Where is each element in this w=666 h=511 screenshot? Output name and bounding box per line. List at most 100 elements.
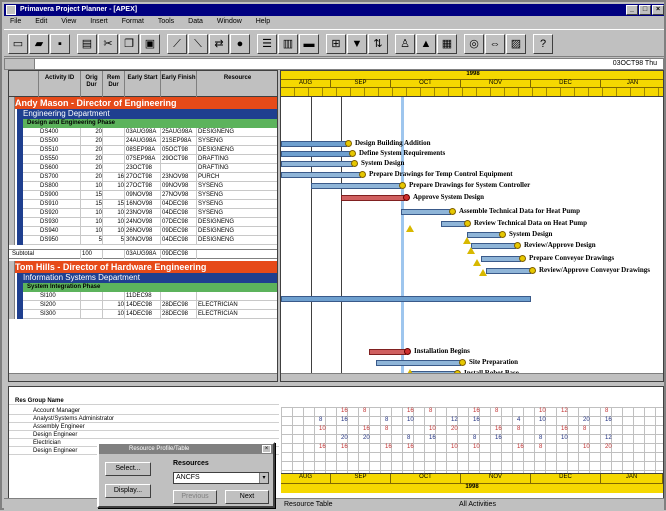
table-cell[interactable]: 09NOV98 <box>125 191 161 200</box>
menu-file[interactable]: File <box>4 16 27 28</box>
table-cell[interactable]: 25AUG98A <box>161 128 197 137</box>
cut-icon[interactable]: ✂ <box>98 34 118 54</box>
table-cell[interactable]: 10 <box>103 227 125 236</box>
table-cell[interactable]: 15 <box>81 191 103 200</box>
timescale-icon[interactable]: ⇔ <box>485 34 505 54</box>
table-cell[interactable]: 24NOV98 <box>125 218 161 227</box>
table-cell[interactable]: 29OCT98 <box>161 155 197 164</box>
table-cell[interactable]: 27OCT98 <box>125 182 161 191</box>
table-cell[interactable]: DS550 <box>39 155 81 164</box>
table-cell[interactable]: 04DEC98 <box>161 200 197 209</box>
table-cell[interactable]: 16 <box>103 173 125 182</box>
table-cell[interactable]: 10 <box>103 301 125 310</box>
close-icon[interactable]: × <box>652 5 664 15</box>
resource-item[interactable]: Analyst/Systems Administrator <box>9 415 279 423</box>
table-cell[interactable] <box>81 292 103 301</box>
table-row[interactable]: DS600 20 23OCT98 DRAFTING <box>23 164 277 173</box>
table-cell[interactable]: DRAFTING <box>197 155 277 164</box>
resource-item[interactable]: Assembly Engineer <box>9 423 279 431</box>
row-selector[interactable] <box>9 261 15 319</box>
table-cell[interactable]: 23NOV98 <box>161 173 197 182</box>
table-cell[interactable]: 10 <box>103 209 125 218</box>
col-orig-dur[interactable]: Orig Dur <box>81 71 103 97</box>
new-file-icon[interactable]: ▭ <box>8 34 28 54</box>
display-button[interactable]: Display... <box>105 484 151 498</box>
table-cell[interactable] <box>103 146 125 155</box>
col-activity-id[interactable]: Activity ID <box>39 71 81 97</box>
table-cell[interactable]: 28DEC98 <box>161 301 197 310</box>
menu-window[interactable]: Window <box>211 16 248 28</box>
help-icon[interactable]: ? <box>533 34 553 54</box>
col-resource[interactable]: Resource <box>197 71 277 97</box>
gantt-bar[interactable] <box>281 141 347 147</box>
table-row[interactable]: SI300 10 14DEC98 28DEC98 ELECTRICIAN <box>23 310 277 319</box>
table-row[interactable]: DS700 20 16 27OCT98 23NOV98 PURCH <box>23 173 277 182</box>
table-cell[interactable]: DS510 <box>39 146 81 155</box>
edit-bar[interactable]: 03OCT98 Thu <box>4 58 664 70</box>
table-cell[interactable]: SYSENG <box>197 191 277 200</box>
table-cell[interactable]: 14DEC98 <box>125 310 161 319</box>
table-cell[interactable]: 5 <box>81 236 103 245</box>
table-cell[interactable]: 26NOV98 <box>125 227 161 236</box>
milestone-marker[interactable] <box>403 194 410 201</box>
minimize-icon[interactable]: _ <box>626 5 638 15</box>
milestone-marker[interactable] <box>349 150 356 157</box>
table-cell[interactable] <box>81 310 103 319</box>
milestone-marker[interactable] <box>529 267 536 274</box>
table-cell[interactable]: 10 <box>81 182 103 191</box>
milestone-marker[interactable] <box>449 208 456 215</box>
table-cell[interactable]: 20 <box>81 137 103 146</box>
table-cell[interactable]: 27NOV98 <box>161 191 197 200</box>
connect-icon[interactable]: ⇄ <box>209 34 229 54</box>
histogram-icon[interactable]: ▦ <box>437 34 457 54</box>
resource-select[interactable]: ANCFS ▾ <box>173 472 269 484</box>
table-row[interactable]: DS510 20 08SEP98A 05OCT98 DESIGNENG <box>23 146 277 155</box>
gantt-bar[interactable] <box>376 360 461 366</box>
table-cell[interactable]: 20 <box>81 173 103 182</box>
table-cell[interactable]: 15 <box>81 200 103 209</box>
table-cell[interactable] <box>197 292 277 301</box>
paste-icon[interactable]: ▣ <box>140 34 160 54</box>
resource-item[interactable]: Design Engineer <box>9 431 279 439</box>
table-cell[interactable]: 23NOV98 <box>125 209 161 218</box>
table-cell[interactable]: 28DEC98 <box>161 310 197 319</box>
table-cell[interactable]: 23OCT98 <box>125 164 161 173</box>
table-cell[interactable]: 24AUG98A <box>125 137 161 146</box>
table-cell[interactable]: 10 <box>103 310 125 319</box>
table-row[interactable]: DS550 20 07SEP98A 29OCT98 DRAFTING <box>23 155 277 164</box>
table-cell[interactable]: 04DEC98 <box>161 236 197 245</box>
table-row[interactable]: DS950 5 5 30NOV98 04DEC98 DESIGNENG <box>23 236 277 245</box>
table-cell[interactable] <box>103 137 125 146</box>
milestone-marker[interactable] <box>351 160 358 167</box>
table-cell[interactable]: SI100 <box>39 292 81 301</box>
table-cell[interactable]: DS600 <box>39 164 81 173</box>
print-icon[interactable]: ▤ <box>77 34 97 54</box>
previous-button[interactable]: Previous <box>173 490 217 504</box>
copy-icon[interactable]: ❐ <box>119 34 139 54</box>
summary-bar[interactable] <box>281 296 531 302</box>
col-early-finish[interactable]: Early Finish <box>161 71 197 97</box>
gantt-bar[interactable] <box>401 209 451 215</box>
gantt-bar[interactable] <box>311 183 401 189</box>
table-row[interactable]: SI100 11DEC98 <box>23 292 277 301</box>
table-cell[interactable] <box>103 128 125 137</box>
table-cell[interactable]: DS920 <box>39 209 81 218</box>
table-row[interactable]: DS920 10 10 23NOV98 04DEC98 SYSENG <box>23 209 277 218</box>
table-cell[interactable]: SYSENG <box>197 182 277 191</box>
table-cell[interactable] <box>103 191 125 200</box>
milestone-marker[interactable] <box>459 359 466 366</box>
col-early-start[interactable]: Early Start <box>125 71 161 97</box>
filter-icon[interactable]: ▼ <box>347 34 367 54</box>
table-cell[interactable] <box>161 292 197 301</box>
table-cell[interactable]: 15 <box>103 200 125 209</box>
table-cell[interactable]: SI200 <box>39 301 81 310</box>
table-cell[interactable]: 05OCT98 <box>161 146 197 155</box>
table-cell[interactable]: DESIGNENG <box>197 128 277 137</box>
gantt-bar[interactable] <box>281 161 353 167</box>
table-cell[interactable]: PURCH <box>197 173 277 182</box>
menu-help[interactable]: Help <box>250 16 276 28</box>
table-cell[interactable]: DESIGNENG <box>197 218 277 227</box>
resource-item[interactable]: Account Manager <box>9 407 279 415</box>
menu-edit[interactable]: Edit <box>29 16 53 28</box>
table-cell[interactable]: DS930 <box>39 218 81 227</box>
